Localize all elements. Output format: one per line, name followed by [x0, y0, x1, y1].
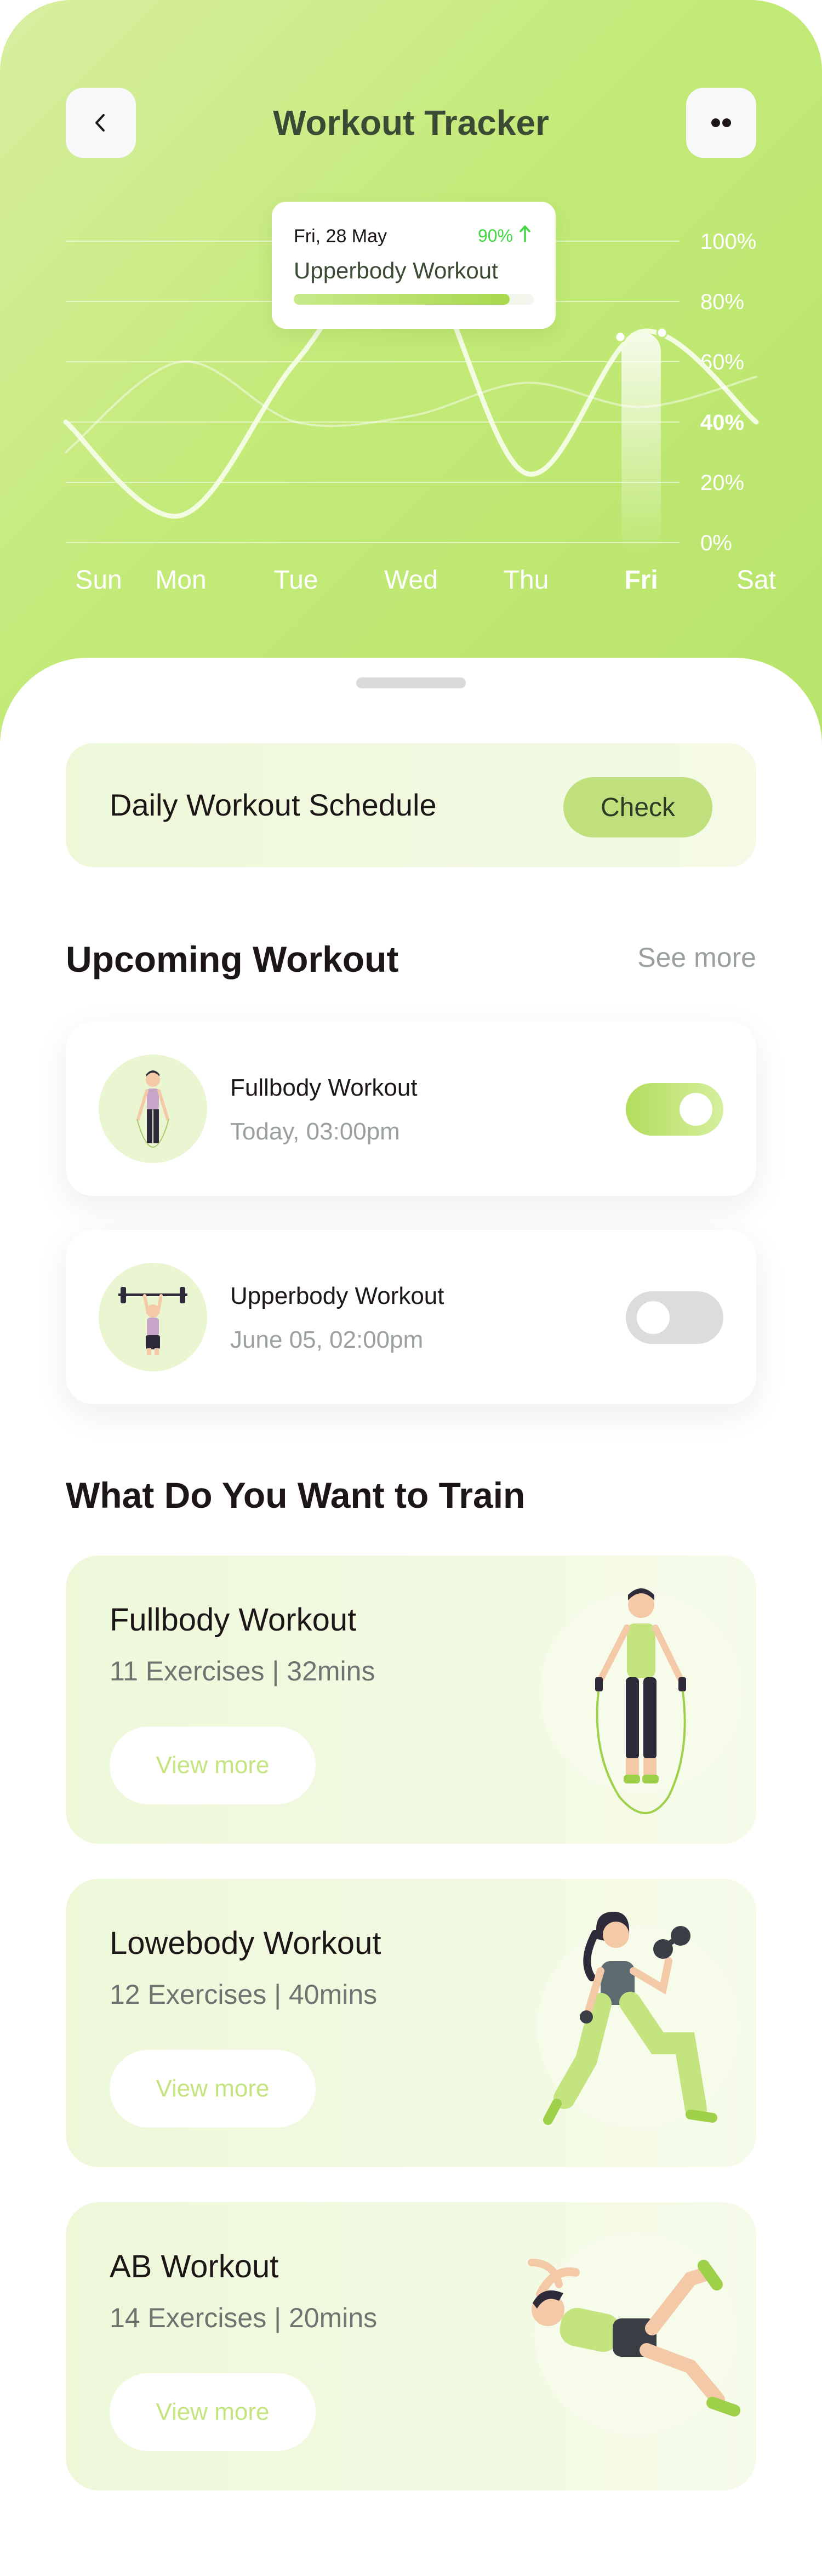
y-tick-label: 100% — [700, 230, 756, 254]
x-tick-label: Wed — [384, 566, 438, 595]
tooltip-date: Fri, 28 May — [294, 226, 387, 247]
upcoming-time: Today, 03:00pm — [230, 1118, 400, 1145]
drag-handle[interactable] — [356, 677, 466, 688]
train-card-subtitle: 14 Exercises | 20mins — [110, 2303, 378, 2333]
data-point — [614, 331, 626, 343]
x-tick-label: Sun — [75, 566, 122, 595]
workout-chart: 0%20%40%60%80%100%Sun Mon Tue Wed Thu Fri Sat — [63, 230, 776, 595]
toggle-knob — [637, 1301, 670, 1334]
highlight-column — [621, 332, 661, 554]
toggle-knob — [680, 1093, 712, 1126]
view-more-button[interactable]: View more — [110, 2050, 316, 2128]
crunch-illustration-icon — [528, 2232, 740, 2435]
train-title: What Do You Want to Train — [66, 1475, 526, 1515]
check-button[interactable]: Check — [563, 777, 712, 837]
y-tick-label: 80% — [700, 290, 744, 314]
x-tick-label: Sat — [737, 566, 776, 595]
chart-tooltip: Fri, 28 May 90% Upperbody Workout — [272, 202, 556, 329]
y-tick-label: 40% — [700, 411, 744, 435]
y-tick-label: 0% — [700, 531, 732, 555]
train-card-subtitle: 11 Exercises | 32mins — [110, 1656, 375, 1686]
dumbbell-lunge-illustration-icon — [537, 1912, 740, 2128]
tooltip-progress-fill — [294, 294, 510, 305]
jump-rope-figure-icon — [136, 1070, 169, 1148]
train-card-subtitle: 12 Exercises | 40mins — [110, 1979, 378, 2010]
y-tick-label: 20% — [700, 471, 744, 495]
view-more-button[interactable]: View more — [110, 2373, 316, 2451]
train-card-lowerbody[interactable]: Lowebody Workout 12 Exercises | 40mins V… — [66, 1879, 756, 2167]
jump-rope-illustration-icon — [540, 1588, 743, 1814]
notification-toggle-off[interactable] — [626, 1291, 723, 1344]
x-tick-label: Tue — [274, 566, 318, 595]
x-tick-label: Fri — [624, 566, 658, 595]
tooltip-percent: 90% — [477, 226, 513, 246]
train-card-title: Lowebody Workout — [110, 1925, 381, 1961]
tooltip-progress-track — [294, 294, 534, 305]
notification-toggle-on[interactable] — [626, 1083, 723, 1136]
x-tick-label: Thu — [504, 566, 549, 595]
see-more-link[interactable]: See more — [637, 942, 756, 973]
upcoming-title: Upcoming Workout — [66, 939, 399, 979]
fullbody-avatar — [99, 1055, 207, 1163]
schedule-label: Daily Workout Schedule — [110, 788, 437, 822]
daily-schedule-card: Daily Workout Schedule Check — [66, 743, 756, 867]
train-card-ab[interactable]: AB Workout 14 Exercises | 20mins View mo… — [66, 2202, 756, 2490]
train-card-title: Fullbody Workout — [110, 1602, 357, 1638]
upcoming-time: June 05, 02:00pm — [230, 1326, 424, 1353]
train-card-fullbody[interactable]: Fullbody Workout 11 Exercises | 32mins V… — [66, 1555, 756, 1844]
arrow-up-icon — [520, 225, 530, 242]
tooltip-workout: Upperbody Workout — [294, 258, 498, 283]
upcoming-name: Upperbody Workout — [230, 1283, 444, 1309]
data-point — [656, 327, 668, 339]
x-tick-label: Mon — [155, 566, 206, 595]
train-card-title: AB Workout — [110, 2249, 279, 2284]
barbell-figure-icon — [118, 1287, 187, 1355]
upcoming-name: Fullbody Workout — [230, 1074, 418, 1101]
view-more-button[interactable]: View more — [110, 1726, 316, 1804]
upcoming-card-upperbody[interactable]: Upperbody Workout June 05, 02:00pm — [66, 1230, 756, 1404]
upcoming-card-fullbody[interactable]: Fullbody Workout Today, 03:00pm — [66, 1022, 756, 1196]
upperbody-avatar — [99, 1263, 207, 1371]
